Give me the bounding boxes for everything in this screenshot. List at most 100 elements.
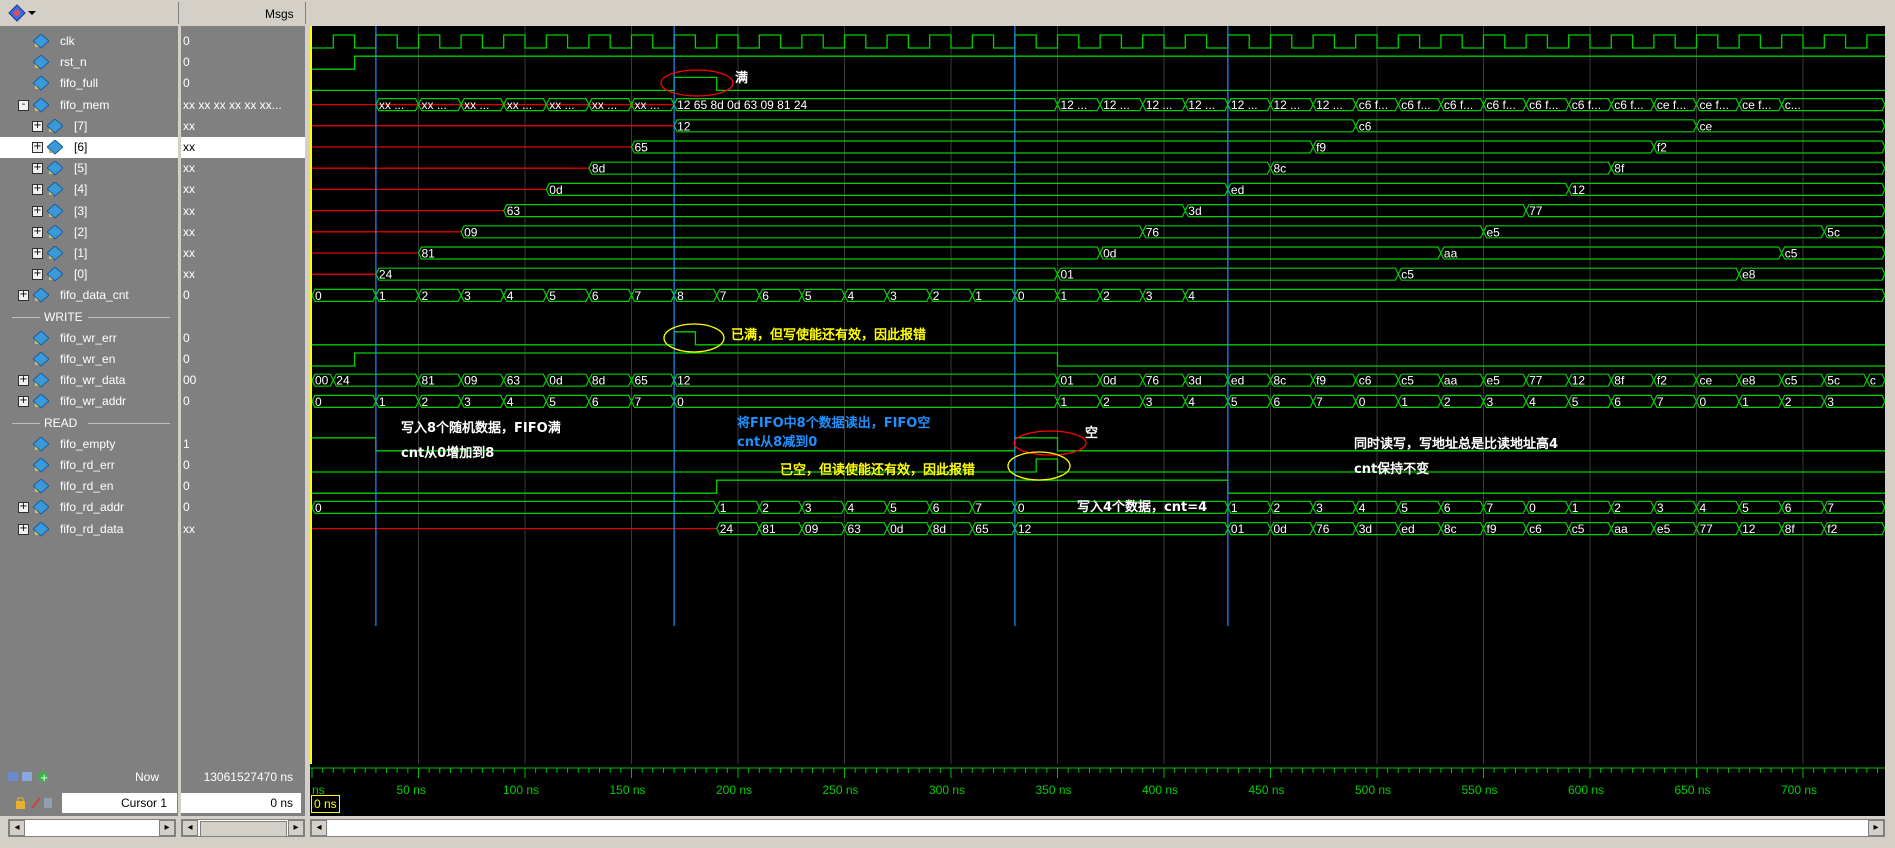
expand-icon[interactable]: + — [32, 205, 43, 217]
bus-segment — [417, 246, 1101, 260]
bus-value: 3 — [1316, 501, 1323, 515]
expand-icon[interactable]: + — [18, 290, 29, 302]
expand-icon[interactable]: + — [32, 184, 43, 196]
signal-diamond-icon — [33, 394, 49, 410]
bus-value: 1 — [720, 501, 727, 515]
signal-value: 0 — [183, 55, 190, 70]
expand-icon[interactable]: + — [18, 523, 29, 535]
expand-icon[interactable]: + — [18, 502, 29, 514]
signal-row[interactable]: fifo_rd_en — [0, 476, 178, 497]
scroll-left-icon[interactable]: ◂ — [311, 820, 327, 836]
collapse-icon[interactable]: - — [18, 99, 29, 111]
annotation-text: cnt保持不变 — [1354, 461, 1429, 477]
bus-value: 2 — [422, 289, 429, 303]
waveform-canvas[interactable]: xx ... xx ... xx ... xx ... xx ... xx ... xx .… — [310, 26, 1885, 764]
bus-value: 65 — [975, 522, 989, 536]
bus-value: 7 — [1657, 395, 1664, 409]
bus-value: 63 — [507, 374, 521, 388]
signal-row[interactable]: clk — [0, 31, 178, 52]
bus-value: 81 — [762, 522, 776, 536]
cursor-label-box[interactable]: Cursor 1 — [62, 793, 177, 813]
bus-value: 2 — [1103, 395, 1110, 409]
signal-row[interactable]: + fifo_wr_data — [0, 370, 178, 391]
cursor-lock-icon[interactable] — [14, 796, 54, 810]
scroll-left-icon[interactable]: ◂ — [182, 820, 198, 836]
now-label: Now — [135, 770, 160, 784]
scroll-right-icon[interactable]: ▸ — [1868, 820, 1884, 836]
bus-value: c — [1870, 374, 1876, 388]
signal-row[interactable]: fifo_full — [0, 73, 178, 94]
names-scrollbar[interactable]: ◂ ▸ — [8, 819, 176, 837]
annotation-text: cnt从0增加到8 — [401, 445, 494, 461]
timeline[interactable]: ns 50 ns 100 ns 150 ns 200 ns 250 ns 300 ns 350… — [310, 764, 1885, 816]
timeline-ruler[interactable]: ns 50 ns 100 ns 150 ns 200 ns 250 ns 300 ns 350… — [310, 764, 1885, 816]
signal-row[interactable]: + fifo_rd_data — [0, 519, 178, 540]
signal-row[interactable]: fifo_wr_en — [0, 349, 178, 370]
bus-value: 12 — [1018, 522, 1032, 536]
bus-value: 12 ... — [1061, 98, 1088, 112]
signal-row[interactable]: + [2] — [0, 222, 178, 243]
svg-text:+: + — [40, 773, 48, 784]
signal-value: xx — [181, 137, 305, 158]
bus-value: e8 — [1742, 374, 1756, 388]
divider-write[interactable]: WRITE — [0, 307, 178, 328]
expand-icon[interactable]: + — [18, 375, 29, 387]
signal-row[interactable]: + [4] — [0, 179, 178, 200]
bus-value: 24 — [720, 522, 734, 536]
scroll-thumb[interactable] — [200, 821, 287, 837]
bus-value: 0 — [1529, 501, 1536, 515]
signal-row[interactable]: fifo_empty — [0, 434, 178, 455]
bus-value: c6 f... — [1444, 98, 1473, 112]
bus-value: c6 f... — [1572, 98, 1601, 112]
signal-value: 0 — [183, 330, 190, 345]
signal-value: 00 — [183, 373, 197, 388]
expand-icon[interactable]: + — [18, 396, 29, 408]
bus-value: 0 — [315, 289, 322, 303]
expand-icon[interactable]: + — [32, 142, 43, 153]
bus-segment — [1525, 204, 1885, 218]
expand-icon[interactable]: + — [32, 248, 43, 259]
bus-value: 77 — [1700, 522, 1714, 536]
bus-value: xx ... — [422, 98, 447, 112]
signal-name: clk — [60, 34, 75, 48]
bus-segment — [673, 394, 1059, 408]
scroll-left-icon[interactable]: ◂ — [9, 820, 25, 836]
signal-row[interactable]: - fifo_mem — [0, 95, 178, 116]
signal-name: fifo_mem — [60, 97, 110, 112]
bus-value: 8d — [933, 522, 946, 536]
signal-name: fifo_full — [60, 76, 99, 91]
values-scrollbar[interactable]: ◂ ▸ — [181, 819, 305, 837]
annotation-text: 空 — [1085, 425, 1098, 441]
signal-row[interactable]: + [7] — [0, 116, 178, 137]
signal-row[interactable]: + [1] — [0, 243, 178, 264]
ruler-label: 450 ns — [1249, 783, 1285, 797]
expand-icon[interactable]: + — [32, 120, 43, 132]
signal-row[interactable]: + [5] — [0, 158, 178, 179]
signal-row[interactable]: + [3] — [0, 201, 178, 222]
bus-value: 81 — [422, 247, 436, 261]
signal-row[interactable]: + fifo_data_cnt — [0, 285, 178, 306]
expand-icon[interactable]: + — [32, 269, 43, 281]
divider-read[interactable]: READ — [0, 413, 178, 434]
cursor-tag[interactable]: 0 ns — [311, 795, 340, 813]
now-icons[interactable]: + — [8, 770, 58, 784]
signal-row[interactable]: fifo_wr_err — [0, 328, 178, 349]
bus-value: c... — [1785, 98, 1801, 112]
wave-window-icon[interactable] — [8, 4, 36, 22]
signal-row[interactable]: rst_n — [0, 52, 178, 73]
signal-diamond-icon — [47, 140, 63, 155]
signal-row[interactable]: fifo_rd_err — [0, 455, 178, 476]
waveform-pane[interactable]: xx ... xx ... xx ... xx ... xx ... xx ... xx .… — [310, 26, 1885, 764]
bus-value: 8f — [1614, 162, 1625, 176]
wave-scrollbar[interactable]: ◂ ▸ — [310, 819, 1885, 837]
expand-icon[interactable]: + — [32, 226, 43, 238]
bus-value: 0d — [549, 374, 562, 388]
scroll-right-icon[interactable]: ▸ — [288, 820, 304, 836]
bit-wave — [310, 331, 1885, 346]
signal-row[interactable]: + fifo_rd_addr — [0, 497, 178, 518]
scroll-right-icon[interactable]: ▸ — [159, 820, 175, 836]
signal-row[interactable]: + fifo_wr_addr — [0, 391, 178, 412]
signal-row[interactable]: + [0] — [0, 264, 178, 285]
signal-row[interactable]: + [6] — [0, 137, 178, 158]
expand-icon[interactable]: + — [32, 163, 43, 175]
